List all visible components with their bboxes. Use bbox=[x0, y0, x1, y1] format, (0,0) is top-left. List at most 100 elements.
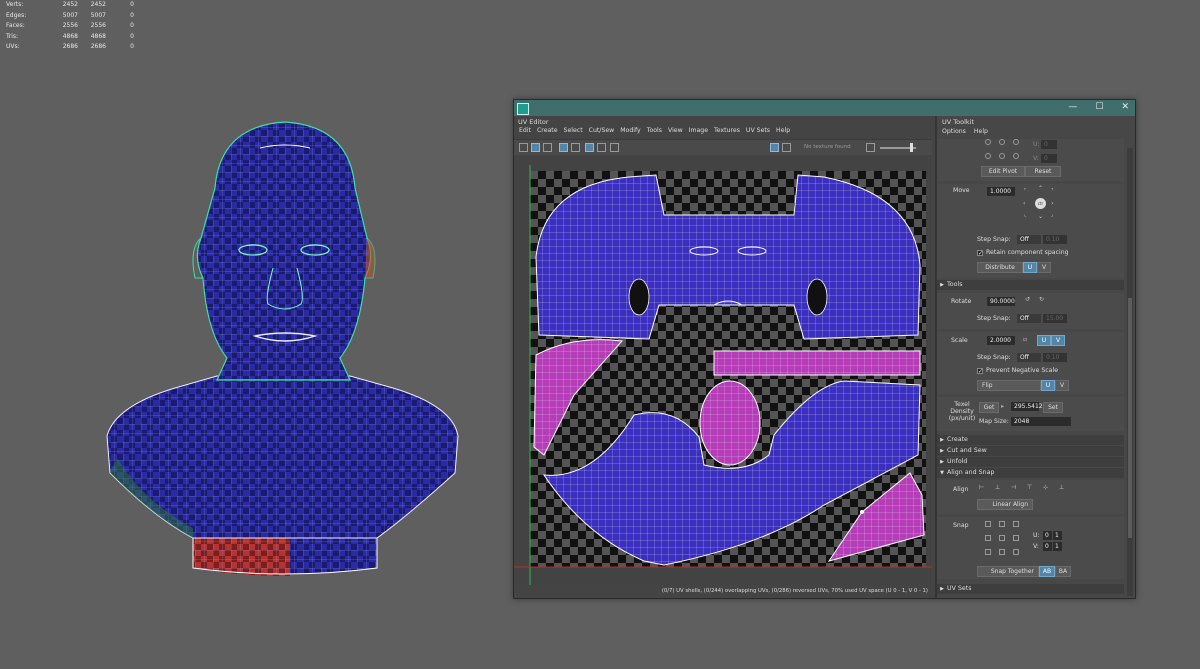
snap-middle-center[interactable] bbox=[999, 535, 1005, 541]
texel-set-button[interactable]: Set bbox=[1043, 402, 1063, 413]
snap-top-right[interactable] bbox=[1013, 521, 1019, 527]
flip-button[interactable]: Flip bbox=[977, 380, 1041, 391]
align-center-u-icon[interactable]: ⊥ bbox=[995, 484, 1000, 491]
retain-spacing-checkbox[interactable]: ✓ bbox=[977, 250, 983, 257]
move-down-right-icon[interactable]: ⌟ bbox=[1051, 212, 1053, 218]
cut-and-sew-section-header[interactable]: ▶ Cut and Sew bbox=[937, 446, 1124, 456]
distribute-v-button[interactable]: V bbox=[1037, 262, 1051, 273]
move-center-button[interactable]: ctr bbox=[1035, 198, 1046, 209]
checker-icon[interactable] bbox=[559, 143, 568, 152]
rotate-step-snap-select[interactable]: Off bbox=[1017, 314, 1041, 323]
tools-section-header[interactable]: ▶ Tools bbox=[937, 280, 1124, 290]
move-down-left-icon[interactable]: ⌞ bbox=[1024, 212, 1026, 218]
pivot-top-right[interactable] bbox=[1013, 139, 1019, 145]
uv-shell-mouth[interactable] bbox=[699, 380, 761, 466]
align-left-icon[interactable]: ⊢ bbox=[979, 484, 984, 491]
edit-pivot-button[interactable]: Edit Pivot bbox=[981, 166, 1025, 177]
scale-step-snap-amount[interactable]: 0.10 bbox=[1043, 353, 1067, 362]
move-step-snap-select[interactable]: Off bbox=[1017, 235, 1041, 244]
menu-tools[interactable]: Tools bbox=[647, 127, 662, 138]
align-right-icon[interactable]: ⊣ bbox=[1011, 484, 1016, 491]
close-button[interactable]: ✕ bbox=[1121, 102, 1129, 112]
uv-shell-strip[interactable] bbox=[713, 350, 921, 376]
pivot-bottom-left[interactable] bbox=[985, 153, 991, 159]
pivot-bottom-center[interactable] bbox=[999, 153, 1005, 159]
uv-editor-window[interactable]: — ☐ ✕ UV Editor Edit Create Select Cut/S… bbox=[513, 99, 1136, 599]
image-icon[interactable] bbox=[543, 143, 552, 152]
create-section-header[interactable]: ▶ Create bbox=[937, 435, 1124, 445]
snap-top-center[interactable] bbox=[999, 521, 1005, 527]
move-up-left-icon[interactable]: ⌜ bbox=[1024, 188, 1026, 194]
snap-top-left[interactable] bbox=[985, 521, 991, 527]
move-right-icon[interactable]: › bbox=[1051, 200, 1053, 207]
wireframe-icon[interactable] bbox=[585, 143, 594, 152]
snap-bottom-center[interactable] bbox=[999, 549, 1005, 555]
window-titlebar[interactable]: — ☐ ✕ bbox=[514, 100, 1135, 116]
rotate-step-snap-amount[interactable]: 15.00 bbox=[1043, 314, 1067, 323]
snapshot-icon[interactable] bbox=[610, 143, 619, 152]
move-step-snap-amount[interactable]: 0.10 bbox=[1043, 235, 1067, 244]
shaded-icon[interactable] bbox=[597, 143, 606, 152]
pivot-bottom-right[interactable] bbox=[1013, 153, 1019, 159]
rotate-ccw-icon[interactable]: ↺ bbox=[1025, 296, 1030, 303]
toolkit-menu-help[interactable]: Help bbox=[974, 128, 988, 135]
snap-u-max-field[interactable]: 1 bbox=[1053, 531, 1062, 540]
texture-toggle-icon[interactable] bbox=[770, 143, 779, 152]
texture-dropdown[interactable]: No texture found bbox=[804, 144, 851, 150]
texel-density-field[interactable]: 295.5412 bbox=[1011, 402, 1043, 411]
menu-modify[interactable]: Modify bbox=[620, 127, 641, 138]
grid-icon[interactable] bbox=[519, 143, 528, 152]
scale-u-button[interactable]: U bbox=[1037, 335, 1051, 346]
checker-tile-icon[interactable] bbox=[782, 143, 791, 152]
flip-v-button[interactable]: V bbox=[1055, 380, 1069, 391]
reset-pivot-button[interactable]: Reset bbox=[1025, 166, 1061, 177]
menu-edit[interactable]: Edit bbox=[519, 127, 531, 138]
snap-bottom-right[interactable] bbox=[1013, 549, 1019, 555]
texel-spinner-icon[interactable]: ▸ bbox=[1001, 403, 1004, 410]
distribute-u-button[interactable]: U bbox=[1023, 262, 1037, 273]
prevent-negative-scale-checkbox[interactable]: ✓ bbox=[977, 368, 983, 375]
maximize-button[interactable]: ☐ bbox=[1095, 102, 1103, 112]
flip-u-button[interactable]: U bbox=[1041, 380, 1055, 391]
move-amount-field[interactable]: 1.0000 bbox=[987, 187, 1015, 196]
head-mesh-viewport[interactable] bbox=[105, 118, 460, 580]
unfold-section-header[interactable]: ▶ Unfold bbox=[937, 457, 1124, 467]
scale-icon[interactable]: ▫ bbox=[1023, 336, 1027, 343]
snap-middle-right[interactable] bbox=[1013, 535, 1019, 541]
snap-ab-button[interactable]: AB bbox=[1039, 566, 1055, 577]
scale-step-snap-select[interactable]: Off bbox=[1017, 353, 1041, 362]
toolkit-scrollbar-thumb[interactable] bbox=[1128, 298, 1132, 538]
exposure-slider-handle[interactable] bbox=[910, 143, 913, 152]
uv-shell-icon[interactable] bbox=[531, 143, 540, 152]
menu-cut-sew[interactable]: Cut/Sew bbox=[589, 127, 615, 138]
snap-together-button[interactable]: Snap Together bbox=[977, 566, 1039, 577]
menu-uv-sets[interactable]: UV Sets bbox=[746, 127, 770, 138]
align-and-snap-section-header[interactable]: ▼ Align and Snap bbox=[937, 468, 1124, 478]
exposure-icon[interactable] bbox=[866, 143, 875, 152]
toolkit-menu-options[interactable]: Options bbox=[942, 128, 966, 135]
uv-canvas[interactable] bbox=[514, 155, 932, 585]
rotate-amount-field[interactable]: 90.0000 bbox=[987, 297, 1015, 306]
snap-u-min-field[interactable]: 0 bbox=[1043, 531, 1052, 540]
menu-create[interactable]: Create bbox=[537, 127, 558, 138]
move-up-icon[interactable]: ⌃ bbox=[1038, 185, 1043, 192]
pivot-top-center[interactable] bbox=[999, 139, 1005, 145]
pivot-u-field[interactable]: 0 bbox=[1041, 140, 1057, 149]
move-up-right-icon[interactable]: ⌝ bbox=[1051, 188, 1053, 194]
snap-middle-left[interactable] bbox=[985, 535, 991, 541]
menu-help[interactable]: Help bbox=[776, 127, 790, 138]
texel-get-button[interactable]: Get bbox=[979, 402, 999, 413]
map-size-field[interactable]: 2048 bbox=[1011, 417, 1071, 426]
distribute-button[interactable]: Distribute bbox=[977, 262, 1023, 273]
align-bottom-icon[interactable]: ⊥ bbox=[1059, 484, 1064, 491]
align-top-icon[interactable]: ⊤ bbox=[1027, 484, 1032, 491]
menu-textures[interactable]: Textures bbox=[714, 127, 740, 138]
scale-amount-field[interactable]: 2.0000 bbox=[987, 336, 1015, 345]
align-center-v-icon[interactable]: ⊹ bbox=[1043, 484, 1048, 491]
snap-bottom-left[interactable] bbox=[985, 549, 991, 555]
menu-view[interactable]: View bbox=[668, 127, 683, 138]
uv-space-svg[interactable] bbox=[514, 155, 932, 585]
rotate-cw-icon[interactable]: ↻ bbox=[1039, 296, 1044, 303]
pivot-v-field[interactable]: 0 bbox=[1041, 154, 1057, 163]
menu-select[interactable]: Select bbox=[564, 127, 583, 138]
